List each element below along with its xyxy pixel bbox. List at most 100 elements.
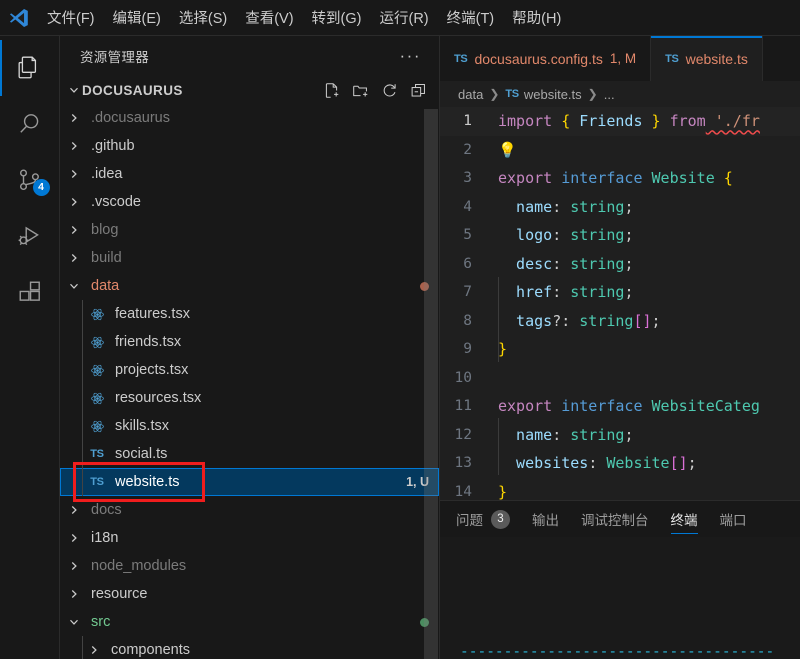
tree-item-projects-tsx[interactable]: projects.tsx <box>60 356 439 384</box>
line-number: 9 <box>463 341 472 358</box>
indent-guide <box>82 440 83 468</box>
tree-item-label: .docusaurus <box>91 110 170 126</box>
tree-item-blog[interactable]: blog <box>60 216 439 244</box>
tree-item-label: resources.tsx <box>115 390 202 406</box>
tree-item-label: node_modules <box>91 558 187 574</box>
token-type-name: Website <box>651 169 715 188</box>
menu-view[interactable]: 查看(V) <box>236 4 302 31</box>
line-number: 2 <box>463 141 472 158</box>
tree-item-label: .vscode <box>91 194 141 210</box>
code-line-14: 14 } <box>440 478 800 500</box>
ts-file-icon: TS <box>454 52 468 65</box>
tree-item-data[interactable]: data <box>60 272 439 300</box>
new-file-icon[interactable] <box>323 82 340 99</box>
tab-label: website.ts <box>685 50 748 67</box>
chevron-right-icon <box>66 530 82 546</box>
panel-tab-problems[interactable]: 问题 3 <box>456 501 510 537</box>
tree-item-docs[interactable]: docs <box>60 496 439 524</box>
panel-tab-debug-console[interactable]: 调试控制台 <box>581 501 649 537</box>
tree-item-label: resource <box>91 586 148 602</box>
code-editor[interactable]: 1 import { Friends } from './fr 2 💡 3 ex… <box>440 107 800 500</box>
menu-run[interactable]: 运行(R) <box>370 4 437 31</box>
tab-docusaurus-config[interactable]: TS docusaurus.config.ts 1, M <box>440 36 652 81</box>
line-number: 7 <box>463 284 472 301</box>
chevron-right-icon <box>66 558 82 574</box>
tree-item-label: .github <box>91 138 135 154</box>
code-line-content: name: string; <box>498 425 634 444</box>
tree-item-components[interactable]: components <box>60 636 439 659</box>
panel-tab-label: 终端 <box>670 513 698 528</box>
tab-website-ts[interactable]: TS website.ts <box>651 36 763 81</box>
tree-item-resources-tsx[interactable]: resources.tsx <box>60 384 439 412</box>
panel-tab-ports[interactable]: 端口 <box>720 501 747 537</box>
tree-item-skills-tsx[interactable]: skills.tsx <box>60 412 439 440</box>
sidebar-scrollbar[interactable] <box>424 109 438 659</box>
terminal-output[interactable]: ------------------------------------ [IN… <box>440 537 800 659</box>
tree-item-build[interactable]: build <box>60 244 439 272</box>
code-line-10: 10 <box>440 364 800 393</box>
code-line-7: 7 href: string; <box>440 278 800 307</box>
tree-item-label: src <box>91 614 111 630</box>
menu-edit[interactable]: 编辑(E) <box>104 4 170 31</box>
breadcrumb-item-data[interactable]: data <box>458 87 483 102</box>
code-line-9: 9 } <box>440 335 800 364</box>
tree-item-label: components <box>111 642 190 658</box>
indent-guide <box>82 300 83 328</box>
tree-item--idea[interactable]: .idea <box>60 160 439 188</box>
activity-explorer[interactable] <box>0 40 60 96</box>
code-line-13: 13 websites: Website[]; <box>440 449 800 478</box>
indent-guide <box>82 636 83 659</box>
tree-item-i18n[interactable]: i18n <box>60 524 439 552</box>
menu-go[interactable]: 转到(G) <box>303 4 371 31</box>
tree-root-docusaurus[interactable]: DOCUSAURUS <box>60 76 439 104</box>
tree-item--vscode[interactable]: .vscode <box>60 188 439 216</box>
menu-help[interactable]: 帮助(H) <box>503 4 570 31</box>
tree-item-social-ts[interactable]: TS social.ts <box>60 440 439 468</box>
activity-source-control[interactable]: 4 <box>0 152 60 208</box>
tree-item-friends-tsx[interactable]: friends.tsx <box>60 328 439 356</box>
activity-extensions[interactable] <box>0 264 60 320</box>
collapse-all-icon[interactable] <box>410 82 427 99</box>
code-line-content: tags?: string[]; <box>498 311 661 330</box>
panel-tab-label: 问题 <box>456 513 483 528</box>
activity-search[interactable] <box>0 96 60 152</box>
problems-count-badge: 3 <box>491 509 510 529</box>
tab-label: docusaurus.config.ts <box>474 50 603 67</box>
new-folder-icon[interactable] <box>352 82 369 99</box>
token-brace: } <box>642 112 670 131</box>
tree-item-node-modules[interactable]: node_modules <box>60 552 439 580</box>
panel-tab-terminal[interactable]: 终端 <box>670 501 698 537</box>
tree-item-features-tsx[interactable]: features.tsx <box>60 300 439 328</box>
chevron-right-icon: ❯ <box>489 87 500 101</box>
panel-tab-bar: 问题 3 输出 调试控制台 终端 端口 <box>440 501 800 537</box>
activity-run-debug[interactable] <box>0 208 60 264</box>
tree-item-label: docs <box>91 502 122 518</box>
chevron-right-icon <box>66 502 82 518</box>
tree-root-label: DOCUSAURUS <box>82 82 183 98</box>
editor-tab-bar: TS docusaurus.config.ts 1, M TS website.… <box>440 36 800 81</box>
tree-item-website-ts[interactable]: TS website.ts 1, U <box>60 468 439 496</box>
chevron-right-icon <box>66 194 82 210</box>
tree-item-label: friends.tsx <box>115 334 182 350</box>
breadcrumb-item-symbol[interactable]: ... <box>604 87 615 102</box>
explorer-actions <box>323 82 431 99</box>
refresh-icon[interactable] <box>381 82 398 99</box>
menu-select[interactable]: 选择(S) <box>170 4 236 31</box>
panel-tab-output[interactable]: 输出 <box>532 501 559 537</box>
breadcrumb-item-file[interactable]: TS website.ts <box>505 87 581 102</box>
code-line-12: 12 name: string; <box>440 421 800 450</box>
menu-terminal[interactable]: 终端(T) <box>438 4 504 31</box>
code-line-content: import { Friends } from './fr <box>486 112 800 130</box>
explorer-more-actions-button[interactable]: ··· <box>390 47 431 64</box>
line-number: 12 <box>454 426 472 443</box>
token-friends: Friends <box>579 112 643 131</box>
menu-file[interactable]: 文件(F) <box>38 4 104 31</box>
editor-area: TS docusaurus.config.ts 1, M TS website.… <box>440 36 800 659</box>
lightbulb-quickfix-icon[interactable]: 💡 <box>498 141 517 159</box>
token-brace: { <box>552 112 580 131</box>
tree-item--docusaurus[interactable]: .docusaurus <box>60 104 439 132</box>
tree-item--github[interactable]: .github <box>60 132 439 160</box>
tree-item-resource[interactable]: resource <box>60 580 439 608</box>
title-menu-bar: 文件(F) 编辑(E) 选择(S) 查看(V) 转到(G) 运行(R) 终端(T… <box>0 0 800 36</box>
tree-item-src[interactable]: src <box>60 608 439 636</box>
